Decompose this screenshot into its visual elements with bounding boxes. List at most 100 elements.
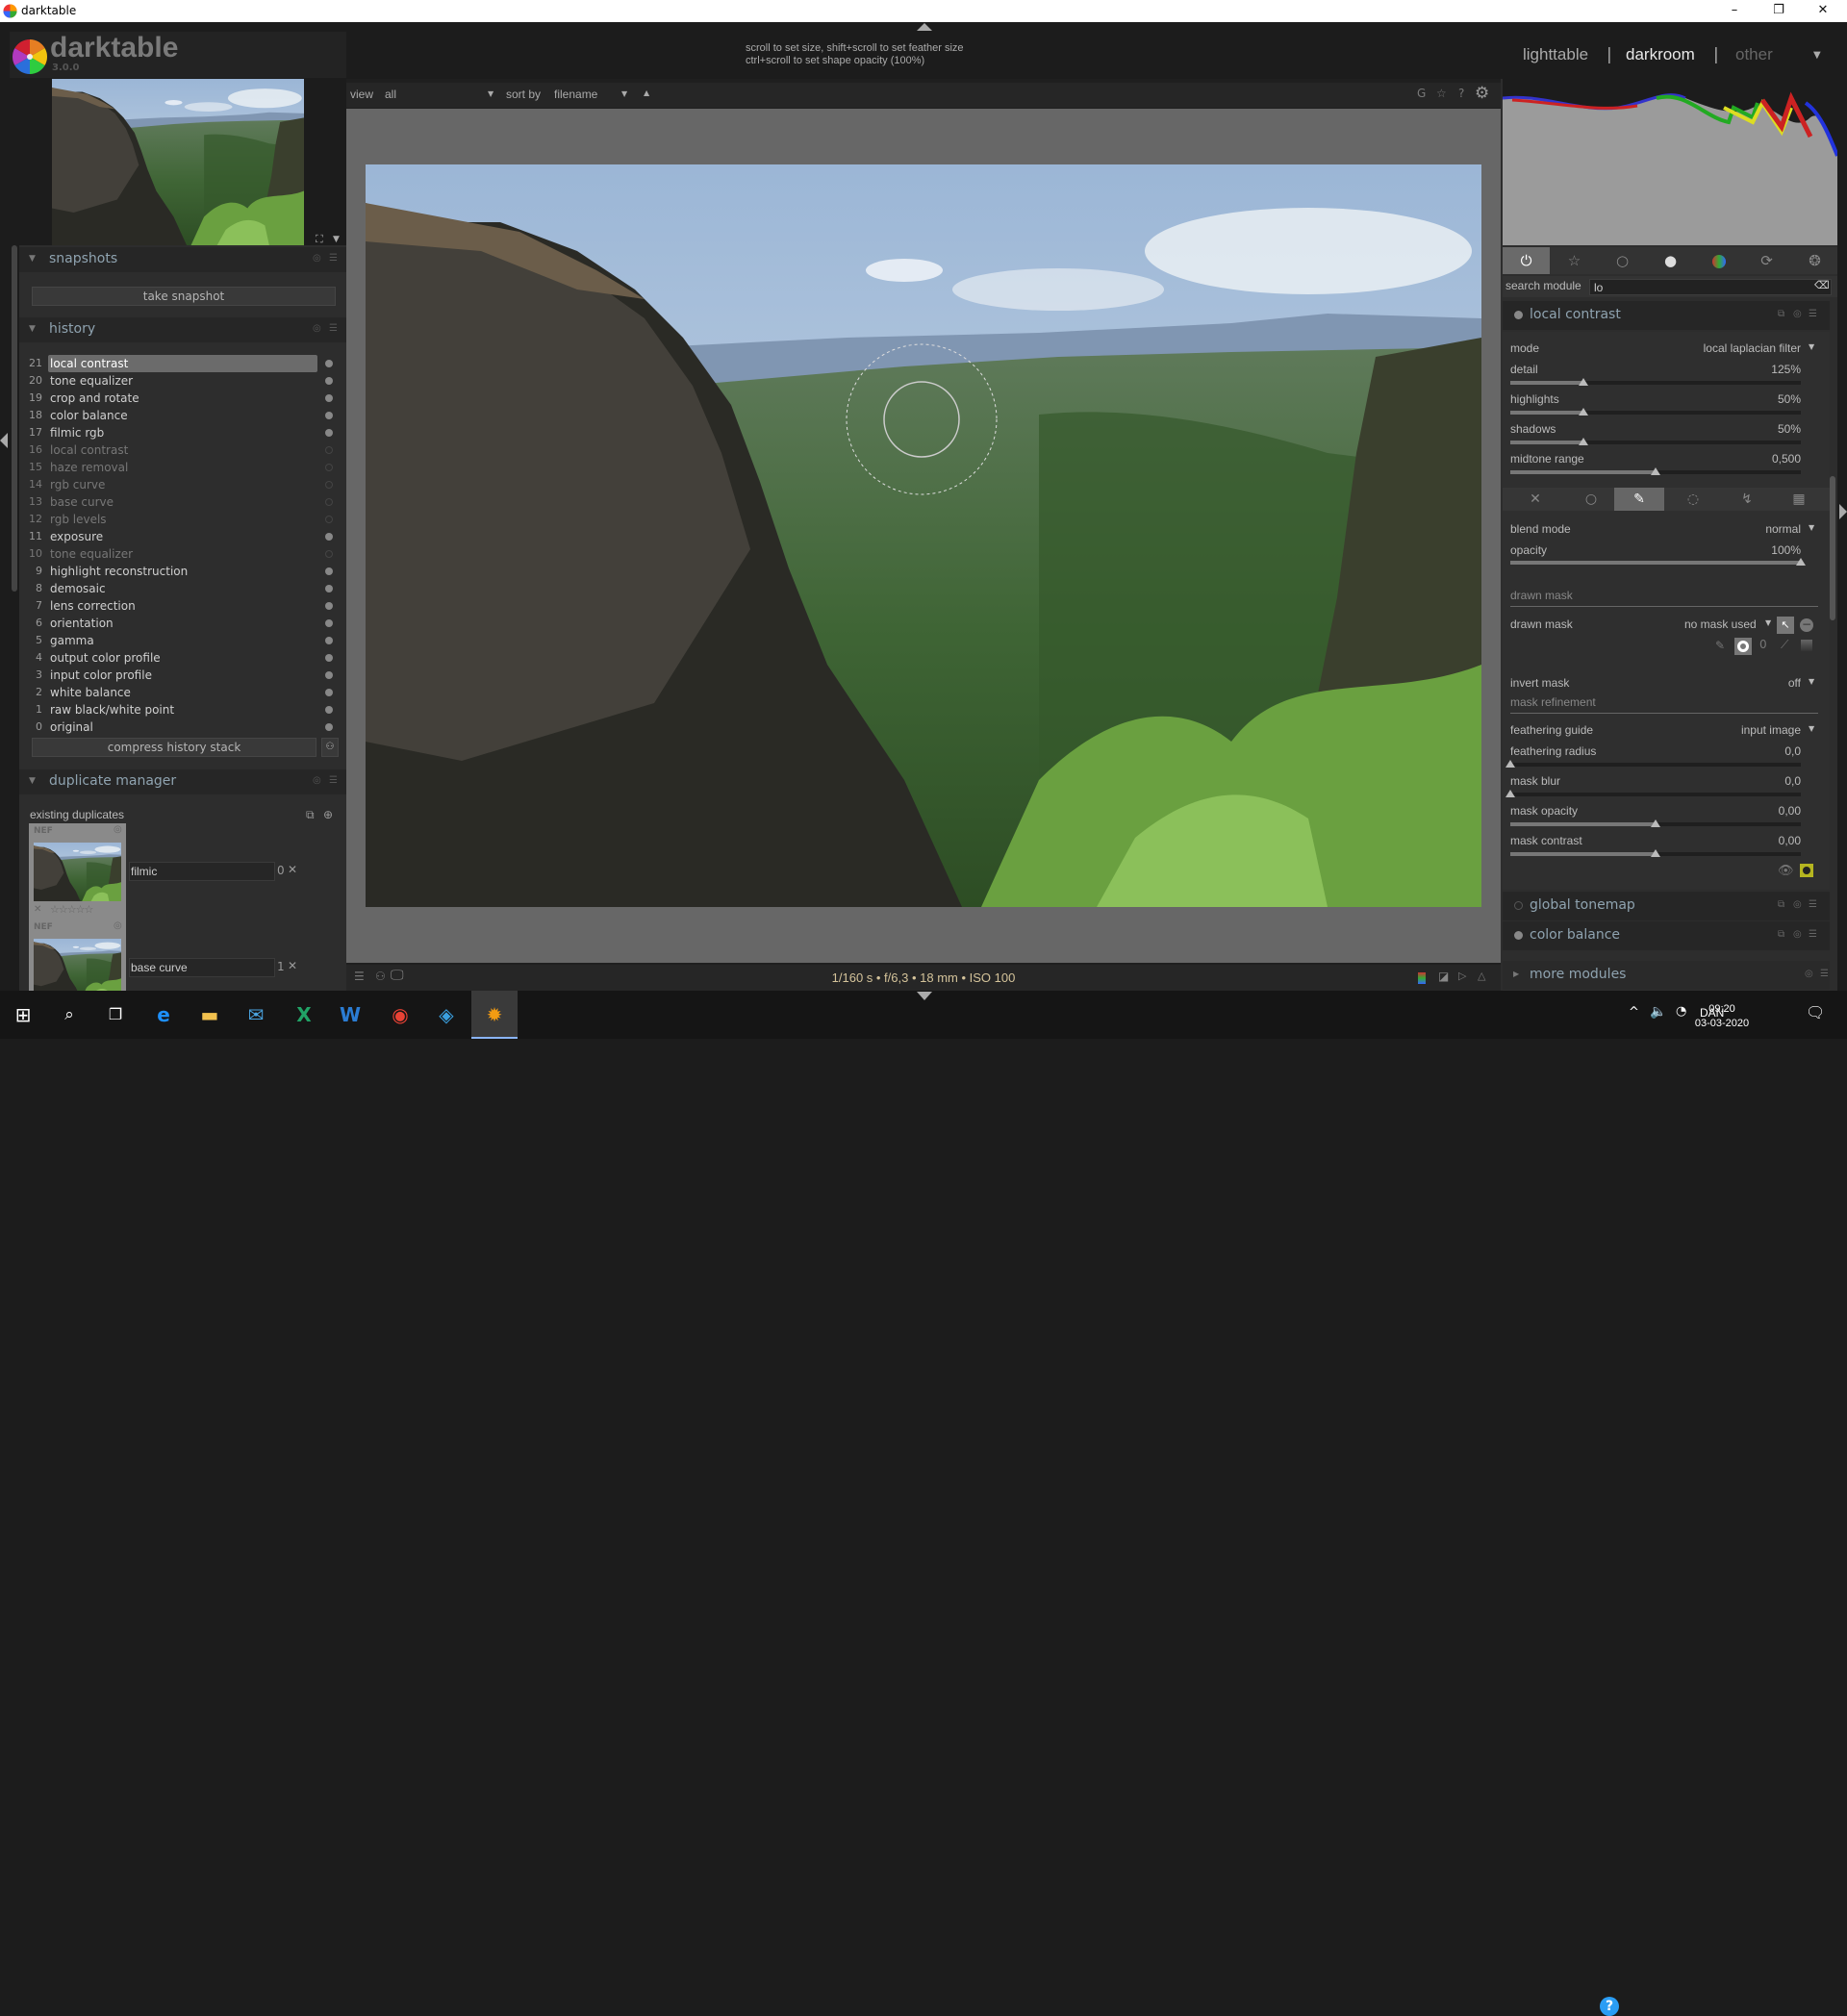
history-item[interactable]: 16 local contrast: [23, 441, 341, 459]
snapshots-header[interactable]: ▼ snapshots ◎ ☰: [19, 247, 346, 272]
history-header[interactable]: ▼ history ◎ ☰: [19, 317, 346, 342]
invert-mask-select[interactable]: off: [1608, 676, 1801, 690]
feathering-guide-select[interactable]: input image: [1608, 723, 1801, 737]
reject-icon[interactable]: ✕: [34, 904, 41, 915]
duplicate-name-input[interactable]: [129, 958, 275, 977]
duplicate-thumbnail[interactable]: NEF ◎ ✕ ☆☆☆☆☆: [29, 823, 126, 920]
history-item[interactable]: 20 tone equalizer: [23, 372, 341, 390]
history-item[interactable]: 8 demosaic: [23, 580, 341, 597]
take-snapshot-button[interactable]: take snapshot: [32, 287, 336, 306]
history-item[interactable]: 11 exposure: [23, 528, 341, 545]
right-panel-collapse-icon[interactable]: [1839, 504, 1847, 519]
history-item[interactable]: 3 input color profile: [23, 667, 341, 684]
module-header-color-balance[interactable]: color balance ⧉ ◎ ☰: [1503, 921, 1830, 950]
darktable-taskbar-icon[interactable]: ✹: [471, 991, 518, 1039]
tone-group-icon[interactable]: ●: [1647, 247, 1694, 274]
favorites-group-icon[interactable]: ☆: [1551, 247, 1598, 274]
module-header-global-tonemap[interactable]: global tonemap ⧉ ◎ ☰: [1503, 892, 1830, 920]
opacity-slider[interactable]: [1510, 558, 1806, 566]
softproof-icon[interactable]: [1418, 972, 1426, 984]
new-duplicate-icon[interactable]: ⊕: [323, 808, 333, 821]
effect-group-icon[interactable]: ❂: [1791, 247, 1838, 274]
view-filter-select[interactable]: all: [385, 88, 500, 101]
dropdown-icon[interactable]: ▼: [1809, 523, 1814, 532]
history-item[interactable]: 4 output color profile: [23, 649, 341, 667]
slider[interactable]: [1505, 790, 1801, 797]
add-circle-icon[interactable]: [1734, 638, 1752, 655]
duplicate-name-input[interactable]: [129, 862, 275, 881]
correct-group-icon[interactable]: ⟳: [1743, 247, 1790, 274]
dropdown-icon[interactable]: ▼: [1809, 677, 1814, 686]
presets-icon[interactable]: ☰: [329, 775, 338, 786]
history-item[interactable]: 14 rgb curve: [23, 476, 341, 493]
word-icon[interactable]: W: [327, 991, 373, 1039]
history-item[interactable]: 7 lens correction: [23, 597, 341, 615]
add-brush-icon[interactable]: ✎: [1715, 639, 1725, 652]
task-view-icon[interactable]: ❐: [92, 991, 139, 1039]
zoom-fit-icon[interactable]: ⛶: [316, 233, 323, 246]
presets-icon[interactable]: ☰: [329, 253, 338, 264]
add-ellipse-icon[interactable]: 0: [1759, 638, 1767, 651]
history-item[interactable]: 0 original: [23, 718, 341, 736]
copy-history-icon[interactable]: ⚇: [321, 738, 339, 757]
display-mask-eye-icon[interactable]: 👁: [1778, 864, 1794, 878]
presets-icon[interactable]: ☰: [329, 323, 338, 334]
blend-off-icon[interactable]: ✕: [1510, 488, 1560, 511]
history-item[interactable]: 12 rgb levels: [23, 511, 341, 528]
bottom-panel-toggle-icon[interactable]: [917, 992, 932, 1000]
blend-parametric-icon[interactable]: ◌: [1668, 488, 1718, 511]
view-other[interactable]: other: [1735, 45, 1773, 64]
slider[interactable]: [1510, 819, 1801, 827]
slider[interactable]: [1510, 849, 1801, 857]
help-icon[interactable]: ?: [1458, 87, 1464, 100]
close-button[interactable]: ✕: [1801, 0, 1845, 22]
presets-icon[interactable]: ☰: [1820, 969, 1829, 979]
navigation-thumbnail[interactable]: [52, 79, 304, 245]
blend-drawn-mask-icon[interactable]: ✎: [1614, 488, 1664, 511]
blend-mode-select[interactable]: normal: [1608, 522, 1801, 536]
edit-mask-icon[interactable]: ↖: [1777, 617, 1794, 634]
blend-drawn-parametric-icon[interactable]: ↯: [1722, 488, 1772, 511]
add-path-icon[interactable]: ⟋: [1781, 638, 1788, 652]
left-panel-collapse-icon[interactable]: [0, 433, 8, 448]
blend-raster-icon[interactable]: ▦: [1774, 488, 1824, 511]
history-item[interactable]: 2 white balance: [23, 684, 341, 701]
dropdown-icon[interactable]: ▼: [1809, 724, 1814, 733]
clear-search-icon[interactable]: ⌫: [1814, 279, 1830, 291]
star-rating[interactable]: ☆☆☆☆☆: [50, 903, 93, 916]
mask-indicator-icon[interactable]: [1800, 864, 1813, 877]
search-module-input[interactable]: [1589, 279, 1832, 295]
basic-group-icon[interactable]: ○: [1599, 247, 1646, 274]
preferences-gear-icon[interactable]: ⚙: [1475, 84, 1489, 103]
module-header-local-contrast[interactable]: local contrast ⧉ ◎ ☰: [1503, 301, 1830, 330]
histogram[interactable]: [1503, 79, 1837, 245]
help-tray-icon[interactable]: ?: [1600, 1997, 1619, 2016]
gamut-check-icon[interactable]: ◪: [1438, 970, 1449, 983]
slider-knob[interactable]: [1651, 849, 1660, 857]
module-power-icon[interactable]: [1514, 311, 1523, 319]
slider-knob[interactable]: [1578, 408, 1588, 416]
left-scrollbar[interactable]: [12, 245, 17, 592]
view-dropdown-icon[interactable]: ▼: [1813, 50, 1821, 61]
sort-select[interactable]: filename: [554, 88, 597, 101]
dropdown-icon[interactable]: ▼: [1765, 618, 1771, 627]
file-explorer-icon[interactable]: ▬: [187, 991, 233, 1039]
grouping-icon[interactable]: G: [1417, 87, 1426, 100]
mail-icon[interactable]: ✉: [233, 991, 279, 1039]
slider[interactable]: [1510, 378, 1801, 386]
star-icon[interactable]: ☆: [1436, 87, 1447, 100]
dropdown-icon[interactable]: ▼: [621, 89, 627, 98]
multi-instance-icon[interactable]: ⧉: [1778, 899, 1784, 910]
blend-uniform-icon[interactable]: ○: [1566, 488, 1616, 511]
slider-knob[interactable]: [1651, 467, 1660, 475]
reset-icon[interactable]: ◎: [1793, 899, 1802, 910]
dropdown-icon[interactable]: ▼: [1809, 342, 1814, 351]
module-power-icon[interactable]: [1514, 931, 1523, 940]
windows-start-icon[interactable]: ⊞: [0, 991, 46, 1039]
history-item[interactable]: 1 raw black/white point: [23, 701, 341, 718]
show-hidden-icons[interactable]: ^: [1629, 1005, 1639, 1020]
excel-icon[interactable]: X: [281, 991, 327, 1039]
toggle-polarity-icon[interactable]: −: [1800, 618, 1813, 632]
slider-knob[interactable]: [1796, 558, 1806, 566]
compress-history-button[interactable]: compress history stack: [32, 738, 316, 757]
